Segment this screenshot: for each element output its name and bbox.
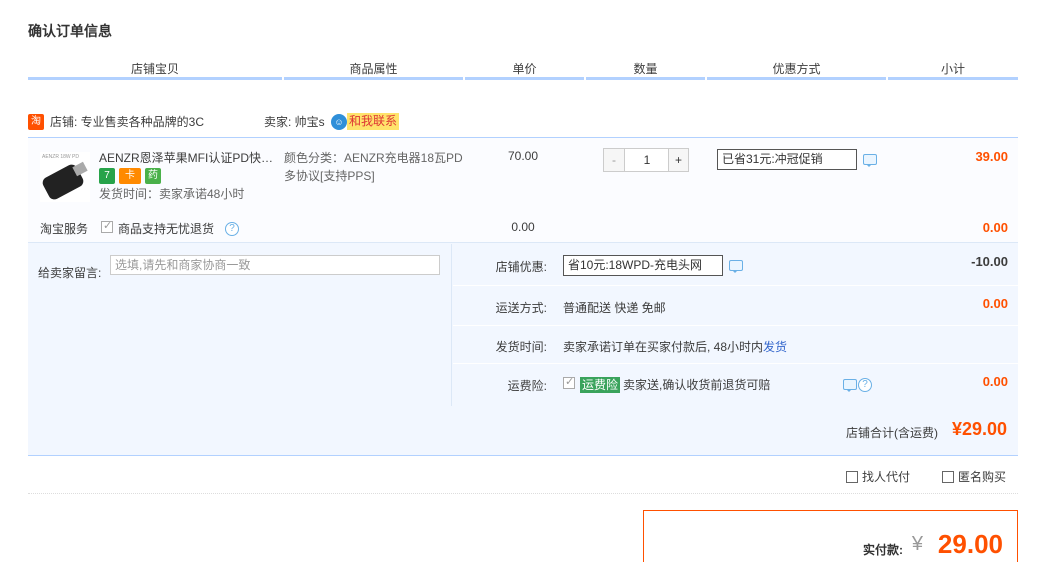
quantity-decrease-button[interactable]: - (604, 149, 625, 171)
chat-icon[interactable] (863, 154, 877, 167)
seller-name: 卖家: 帅宝s (264, 115, 325, 129)
quantity-stepper: - 1 + (603, 148, 689, 172)
service-subtotal: 0.00 (982, 220, 1008, 235)
help-icon[interactable]: ? (858, 378, 872, 392)
payment-summary: 实付款: ¥ 29.00 (643, 510, 1018, 562)
payment-label: 实付款: (863, 543, 903, 557)
col-discount: 优惠方式 (707, 59, 886, 80)
col-shop-item: 店铺宝贝 (28, 59, 282, 80)
insurance-label: 运费险: (507, 379, 547, 393)
shop-discount-select[interactable]: 省10元:18WPD-充电头网 (563, 255, 723, 276)
delivery-row: 运送方式: 普通配送 快递 免邮 0.00 (453, 286, 1018, 326)
insurance-text: 卖家送,确认收货前退货可赔 (623, 378, 771, 392)
unit-price: 70.00 (507, 149, 539, 163)
contact-seller-button[interactable]: 和我联系 (347, 113, 400, 130)
col-subtotal: 小计 (888, 59, 1018, 80)
seven-day-return-icon[interactable]: 7 (99, 168, 115, 184)
anonymous-option[interactable]: 匿名购买 (942, 468, 1006, 485)
product-thumbnail[interactable]: AENZR 18W PD (40, 152, 90, 202)
item-discount-select[interactable]: 已省31元:冲冠促销 (717, 149, 857, 170)
return-service-text: 商品支持无忧退货 (118, 222, 215, 236)
payment-value: 29.00 (937, 529, 1003, 559)
shop-total-label: 店铺合计(含运费) (846, 426, 938, 440)
delivery-label: 运送方式: (495, 301, 547, 315)
message-input[interactable]: 选填,请先和商家协商一致 (110, 255, 440, 275)
ship-time-label: 发货时间: (495, 340, 547, 354)
quantity-increase-button[interactable]: + (668, 149, 688, 171)
ship-time-row: 发货时间: 卖家承诺订单在买家付款后, 48小时内发货 (453, 326, 1018, 364)
order-box: AENZR 18W PD AENZR恩泽苹果MFI认证PD快充... 7 卡 药… (28, 137, 1018, 456)
item-subtotal: 39.00 (975, 149, 1008, 164)
shop-discount-row: 店铺优惠: 省10元:18WPD-充电头网 -10.00 (453, 244, 1018, 286)
insurance-tag: 运费险 (580, 377, 621, 393)
shop-total-row: 店铺合计(含运费) ¥29.00 (28, 406, 1018, 456)
ship-time-note: 发货时间：卖家承诺48小时 (99, 187, 245, 201)
checkbox-icon[interactable] (101, 219, 113, 233)
proxy-pay-label: 找人代付 (862, 470, 911, 484)
checkbox-icon[interactable] (942, 471, 954, 483)
quantity-input[interactable]: 1 (626, 149, 668, 171)
insurance-amount: 0.00 (982, 374, 1008, 389)
col-attributes: 商品属性 (284, 59, 463, 80)
ship-time-link[interactable]: 发货 (763, 340, 787, 354)
thumbnail-label: AENZR 18W PD (42, 154, 79, 160)
shop-discount-amount: -10.00 (971, 254, 1008, 269)
product-attributes: 颜色分类：AENZR充电器18瓦PD多协议[支持PPS] (284, 151, 463, 183)
shop-row: 淘 店铺: 专业售卖各种品牌的3C 卖家: 帅宝s ☺ 和我联系 (28, 113, 1018, 133)
delivery-method[interactable]: 普通配送 快递 免邮 (563, 299, 666, 316)
checkbox-icon[interactable] (563, 375, 575, 389)
insurance-value: 运费险 卖家送,确认收货前退货可赔 (577, 376, 770, 393)
insurance-row: 运费险: 运费险卖家送,确认收货前退货可赔 ? 0.00 (453, 364, 1018, 406)
item-row: AENZR 18W PD AENZR恩泽苹果MFI认证PD快充... 7 卡 药… (28, 138, 1018, 243)
col-quantity: 数量 (586, 59, 705, 80)
taobao-icon: 淘 (28, 114, 44, 130)
ship-time-text: 卖家承诺订单在买家付款后, 48小时内 (563, 340, 764, 354)
delivery-amount: 0.00 (982, 296, 1008, 311)
chat-icon[interactable] (843, 379, 857, 392)
options-row: 找人代付 匿名购买 (28, 464, 1018, 494)
column-header: 店铺宝贝 商品属性 单价 数量 优惠方式 小计 (28, 59, 1018, 83)
message-label: 给卖家留言: (38, 266, 102, 280)
help-icon[interactable]: ? (225, 222, 239, 236)
shop-discount-label: 店铺优惠: (495, 260, 547, 274)
checkbox-icon[interactable] (846, 471, 858, 483)
credit-card-icon[interactable]: 卡 (119, 168, 141, 184)
ship-time-value: 卖家承诺订单在买家付款后, 48小时内发货 (563, 338, 787, 355)
wangwang-icon[interactable]: ☺ (331, 114, 347, 130)
taobao-service-label: 淘宝服务 (40, 222, 89, 236)
guarantee-icon[interactable]: 药 (145, 168, 161, 184)
anonymous-label: 匿名购买 (958, 470, 1007, 484)
col-unit-price: 单价 (465, 59, 584, 80)
product-title[interactable]: AENZR恩泽苹果MFI认证PD快充... (99, 149, 279, 166)
proxy-pay-option[interactable]: 找人代付 (846, 468, 910, 485)
payment-currency: ¥ (911, 533, 923, 555)
chat-icon[interactable] (729, 260, 743, 273)
shop-total-value: ¥29.00 (951, 419, 1007, 439)
service-price: 0.00 (511, 220, 535, 234)
shop-name[interactable]: 店铺: 专业售卖各种品牌的3C (50, 113, 204, 131)
page-title: 确认订单信息 (28, 23, 112, 39)
